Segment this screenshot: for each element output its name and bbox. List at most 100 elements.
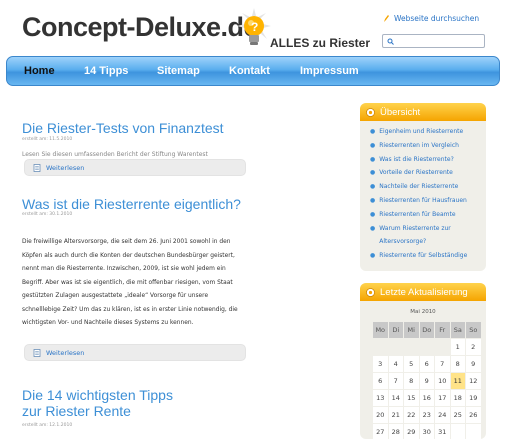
calendar-day-empty	[373, 339, 388, 355]
calendar-day: 26	[466, 407, 481, 423]
calendar-day: 16	[419, 390, 434, 406]
calendar-day: 15	[404, 390, 419, 406]
post-body: Die freiwillige Altersvorsorge, die seit…	[22, 236, 250, 331]
calendar-day: 7	[435, 356, 450, 372]
nav-kontakt[interactable]: Kontakt	[229, 65, 270, 77]
bullet-icon: ●	[370, 128, 376, 135]
calendar-day: 24	[435, 407, 450, 423]
bullet-icon: ●	[370, 252, 376, 260]
calendar-day: 20	[373, 407, 388, 423]
overview-item[interactable]: ● Riesterrenten für Beamte	[370, 208, 478, 222]
weekday-header: Di	[388, 322, 403, 338]
calendar-day: 29	[404, 424, 419, 439]
calendar-day-empty	[404, 339, 419, 355]
post-body-line: schnelllebige Zeit? Um das zu klären, is…	[22, 306, 238, 313]
post-body-line: Die freiwillige Altersvorsorge, die seit…	[22, 239, 231, 245]
overview-widget: Übersicht ● Eigenheim und Riesterrente ● R…	[360, 103, 486, 271]
calendar-day: 25	[450, 407, 465, 423]
calendar-day: 8	[450, 356, 465, 372]
overview-item-continued[interactable]: ●Altersvorsorge?	[370, 235, 478, 249]
round-badge-icon	[366, 107, 375, 117]
bullet-icon: ●	[370, 196, 376, 204]
calendar-day: 22	[404, 407, 419, 423]
calendar-day: 8	[404, 373, 419, 389]
weekday-header: Fr	[435, 322, 450, 338]
calendar: Mo Di Mi Do Fr Sa So 1 2 3 4 5 6 7 8 9 6…	[372, 321, 482, 439]
overview-item[interactable]: ● Vorteile der Riesterrente	[370, 166, 478, 180]
calendar-day: 1	[450, 339, 465, 355]
search-input[interactable]	[394, 35, 484, 47]
updates-header: Letzte Aktualisierung	[360, 283, 486, 301]
site-title[interactable]: Concept-Deluxe.de	[22, 12, 259, 43]
calendar-day-today[interactable]: 11	[450, 373, 465, 389]
nav-impressum[interactable]: Impressum	[300, 65, 359, 77]
post-title[interactable]: Was ist die Riesterrente eigentlich?	[22, 196, 241, 212]
overview-item[interactable]: ● Was ist die Riesterrente?	[370, 153, 478, 167]
overview-title: Übersicht	[380, 106, 421, 118]
calendar-day-empty	[388, 339, 403, 355]
post-body-line: Begriff. Aber was ist sie eigentlich, di…	[22, 279, 233, 286]
weekday-header: Do	[419, 322, 434, 338]
search-link-label[interactable]: Webseite durchsuchen	[394, 14, 479, 23]
overview-item[interactable]: ● Nachteile der Riesterrente	[370, 180, 478, 194]
bullet-icon: ●	[370, 155, 376, 163]
overview-item[interactable]: ● Riesterrente für Selbständige	[370, 249, 478, 263]
post-title-line[interactable]: zur Riester Rente	[22, 403, 173, 419]
bullet-icon: ●	[370, 210, 376, 218]
nav-home[interactable]: Home	[24, 65, 55, 77]
lightbulb-logo-icon: ?	[237, 8, 271, 45]
overview-item[interactable]: ● Riesterrenten im Vergleich	[370, 139, 478, 153]
bullet-icon: ●	[370, 224, 376, 232]
read-more-button[interactable]: Weiterlesen	[24, 159, 246, 176]
calendar-day: 5	[404, 356, 419, 372]
weekday-header: Sa	[450, 322, 465, 338]
calendar-day-empty	[435, 339, 450, 355]
calendar-day: 6	[373, 373, 388, 389]
overview-item[interactable]: ● Warum Riesterrente zur	[370, 222, 478, 236]
pencil-icon	[384, 15, 389, 22]
read-more-label[interactable]: Weiterlesen	[46, 349, 84, 357]
overview-header: Übersicht	[360, 103, 486, 121]
calendar-day: 30	[419, 424, 434, 439]
search-box[interactable]	[382, 34, 485, 48]
post-title-line[interactable]: Die 14 wichtigsten Tipps	[22, 387, 173, 403]
calendar-day: 13	[373, 390, 388, 406]
calendar-day: 7	[388, 373, 403, 389]
calendar-day: 9	[466, 356, 481, 372]
overview-list: ● Eigenheim und Riesterrente ● Riesterrent…	[360, 121, 486, 269]
search-link[interactable]: Webseite durchsuchen	[383, 14, 479, 23]
nav-sitemap[interactable]: Sitemap	[157, 65, 200, 77]
overview-item[interactable]: ● Riesterrenten für Hausfrauen	[370, 194, 478, 208]
post-date: erstellt am: 11.5.2010	[22, 137, 73, 142]
post-body-line: nennt man die Riesterrente. Inzwischen, …	[22, 266, 226, 272]
calendar-day: 9	[419, 373, 434, 389]
overview-item[interactable]: ● Eigenheim und Riesterrente	[370, 125, 478, 139]
calendar-day: 18	[450, 390, 465, 406]
nav-14-tipps[interactable]: 14 Tipps	[84, 65, 128, 77]
calendar-day	[466, 424, 481, 439]
post-title[interactable]: Die Riester-Tests von Finanztest	[22, 120, 224, 136]
document-icon	[33, 163, 41, 172]
calendar-day: 4	[388, 356, 403, 372]
calendar-day: 12	[466, 373, 481, 389]
calendar-day: 14	[388, 390, 403, 406]
weekday-header: Mo	[373, 322, 388, 338]
bullet-icon: ●	[370, 169, 376, 177]
calendar-month: Mai 2010	[410, 309, 436, 315]
bullet-icon: ●	[370, 183, 376, 191]
site-tagline: ALLES zu Riester	[270, 36, 371, 50]
calendar-day: 10	[435, 373, 450, 389]
svg-text:?: ?	[251, 20, 258, 34]
post-title[interactable]: Die 14 wichtigsten Tipps zur Riester Ren…	[22, 387, 173, 419]
calendar-day: 21	[388, 407, 403, 423]
read-more-label[interactable]: Weiterlesen	[46, 164, 84, 172]
post-date: erstellt am: 12.1.2010	[22, 423, 73, 428]
post-body-line: Köpfen als auch durch die Konten der deu…	[22, 252, 235, 259]
calendar-day: 2	[466, 339, 481, 355]
read-more-button[interactable]: Weiterlesen	[24, 344, 246, 361]
main-navigation: Home 14 Tipps Sitemap Kontakt Impressum	[6, 56, 500, 86]
search-icon	[387, 38, 394, 45]
weekday-header: Mi	[404, 322, 419, 338]
calendar-day: 27	[373, 424, 388, 439]
calendar-day: 31	[435, 424, 450, 439]
